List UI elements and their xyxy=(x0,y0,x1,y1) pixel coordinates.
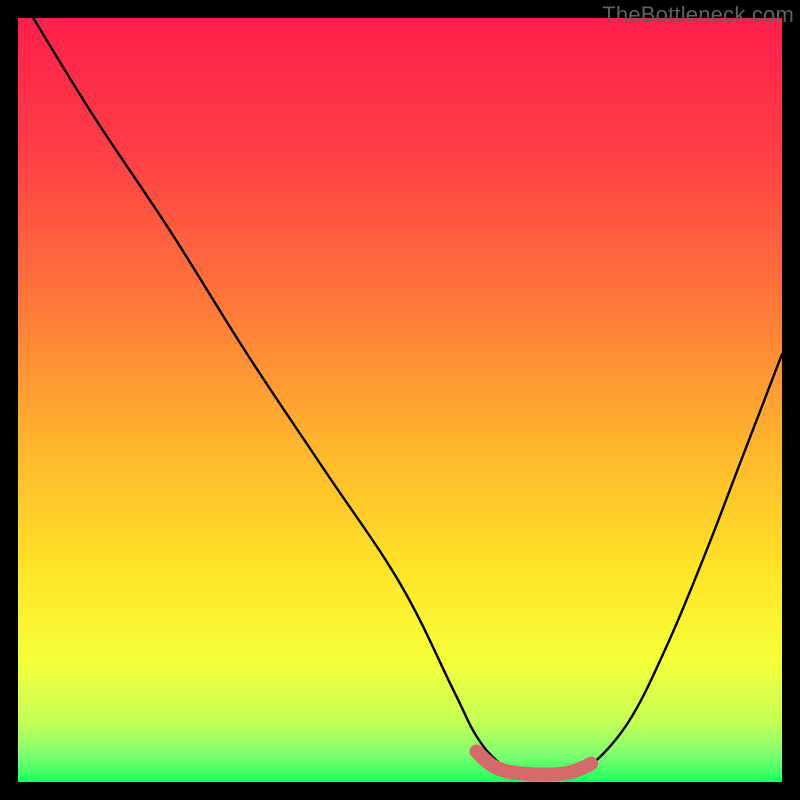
watermark-text: TheBottleneck.com xyxy=(602,2,794,28)
gradient-background xyxy=(18,18,782,782)
chart-frame xyxy=(18,18,782,782)
chart-canvas xyxy=(18,18,782,782)
